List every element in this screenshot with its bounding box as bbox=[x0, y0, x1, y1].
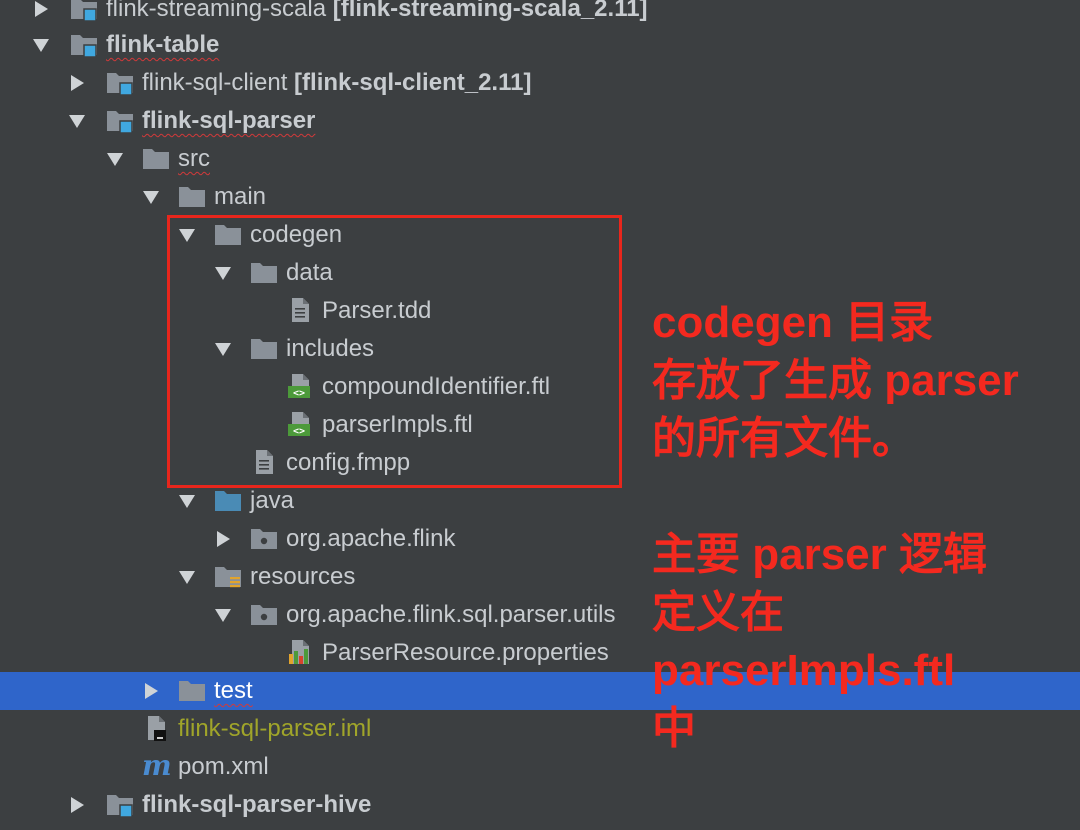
annotation-line: 中 bbox=[652, 704, 696, 753]
tree-label: main bbox=[214, 183, 267, 210]
tree-label: src bbox=[178, 145, 210, 172]
tree-label: pom.xml bbox=[178, 753, 269, 780]
annotation-line: 定义在 bbox=[652, 588, 784, 637]
tree-row-flink-sql-client[interactable]: flink-sql-client [flink-sql-client_2.11] bbox=[0, 64, 1080, 102]
module-folder-icon bbox=[70, 0, 100, 28]
annotation-line: 主要 parser 逻辑 bbox=[652, 530, 987, 579]
tree-row-flink-streaming-scala[interactable]: flink-streaming-scala [flink-streaming-s… bbox=[0, 0, 1080, 28]
tree-label: ParserResource.properties bbox=[322, 639, 609, 666]
svg-text:m: m bbox=[142, 753, 170, 779]
expand-arrow-icon[interactable] bbox=[141, 672, 161, 710]
annotation-line: parserImpls.ftl bbox=[652, 646, 956, 695]
module-name: flink-streaming-scala bbox=[106, 0, 327, 22]
module-folder-icon bbox=[106, 64, 136, 102]
tree-row-pom-xml[interactable]: m pom.xml bbox=[0, 748, 1080, 786]
tree-row-flink-sql-parser[interactable]: flink-sql-parser bbox=[0, 102, 1080, 140]
tree-label: org.apache.flink.sql.parser.utils bbox=[286, 601, 616, 628]
tree-row-main[interactable]: main bbox=[0, 178, 1080, 216]
tree-label: test bbox=[214, 677, 253, 704]
module-folder-icon bbox=[106, 786, 136, 824]
folder-icon bbox=[142, 140, 172, 178]
tree-label: flink-table bbox=[106, 31, 220, 58]
collapse-arrow-icon[interactable] bbox=[105, 140, 125, 178]
tree-row-flink-table[interactable]: flink-table bbox=[0, 26, 1080, 64]
annotation-line: 的所有文件。 bbox=[652, 414, 916, 463]
module-folder-icon bbox=[106, 102, 136, 140]
tree-row-parser-utils[interactable]: org.apache.flink.sql.parser.utils bbox=[0, 596, 1080, 634]
resources-folder-icon bbox=[214, 558, 244, 596]
tree-label: resources bbox=[250, 563, 356, 590]
tree-label: org.apache.flink bbox=[286, 525, 456, 552]
tree-label: flink-sql-parser bbox=[142, 107, 316, 134]
collapse-arrow-icon[interactable] bbox=[31, 26, 51, 64]
annotation-line: 存放了生成 parser bbox=[652, 356, 1019, 405]
collapse-arrow-icon[interactable] bbox=[141, 178, 161, 216]
tree-row-flink-sql-parser-hive[interactable]: flink-sql-parser-hive bbox=[0, 786, 1080, 824]
maven-icon: m bbox=[142, 748, 172, 786]
folder-icon bbox=[178, 178, 208, 216]
tree-label: flink-sql-parser-hive bbox=[142, 791, 372, 818]
collapse-arrow-icon[interactable] bbox=[177, 558, 197, 596]
module-folder-icon bbox=[70, 26, 100, 64]
tree-label: flink-sql-client [flink-sql-client_2.11] bbox=[142, 64, 531, 102]
expand-arrow-icon[interactable] bbox=[213, 520, 233, 558]
expand-arrow-icon[interactable] bbox=[31, 0, 51, 28]
properties-file-icon bbox=[286, 634, 316, 672]
tree-label: flink-streaming-scala [flink-streaming-s… bbox=[106, 0, 648, 28]
module-name: flink-sql-client bbox=[142, 69, 288, 96]
collapse-arrow-icon[interactable] bbox=[213, 596, 233, 634]
tree-row-parser-iml[interactable]: flink-sql-parser.iml bbox=[0, 710, 1080, 748]
tree-row-src[interactable]: src bbox=[0, 140, 1080, 178]
expand-arrow-icon[interactable] bbox=[67, 786, 87, 824]
tree-label: flink-sql-parser.iml bbox=[178, 715, 372, 742]
package-icon bbox=[250, 596, 280, 634]
module-file-icon bbox=[142, 710, 172, 748]
package-icon bbox=[250, 520, 280, 558]
expand-arrow-icon[interactable] bbox=[67, 64, 87, 102]
codegen-highlight-box bbox=[167, 215, 622, 488]
annotation-line: codegen 目录 bbox=[652, 298, 934, 347]
artifact-name: [flink-streaming-scala_2.11] bbox=[332, 0, 648, 22]
collapse-arrow-icon[interactable] bbox=[67, 102, 87, 140]
artifact-name: [flink-sql-client_2.11] bbox=[294, 69, 532, 96]
folder-icon bbox=[178, 672, 208, 710]
